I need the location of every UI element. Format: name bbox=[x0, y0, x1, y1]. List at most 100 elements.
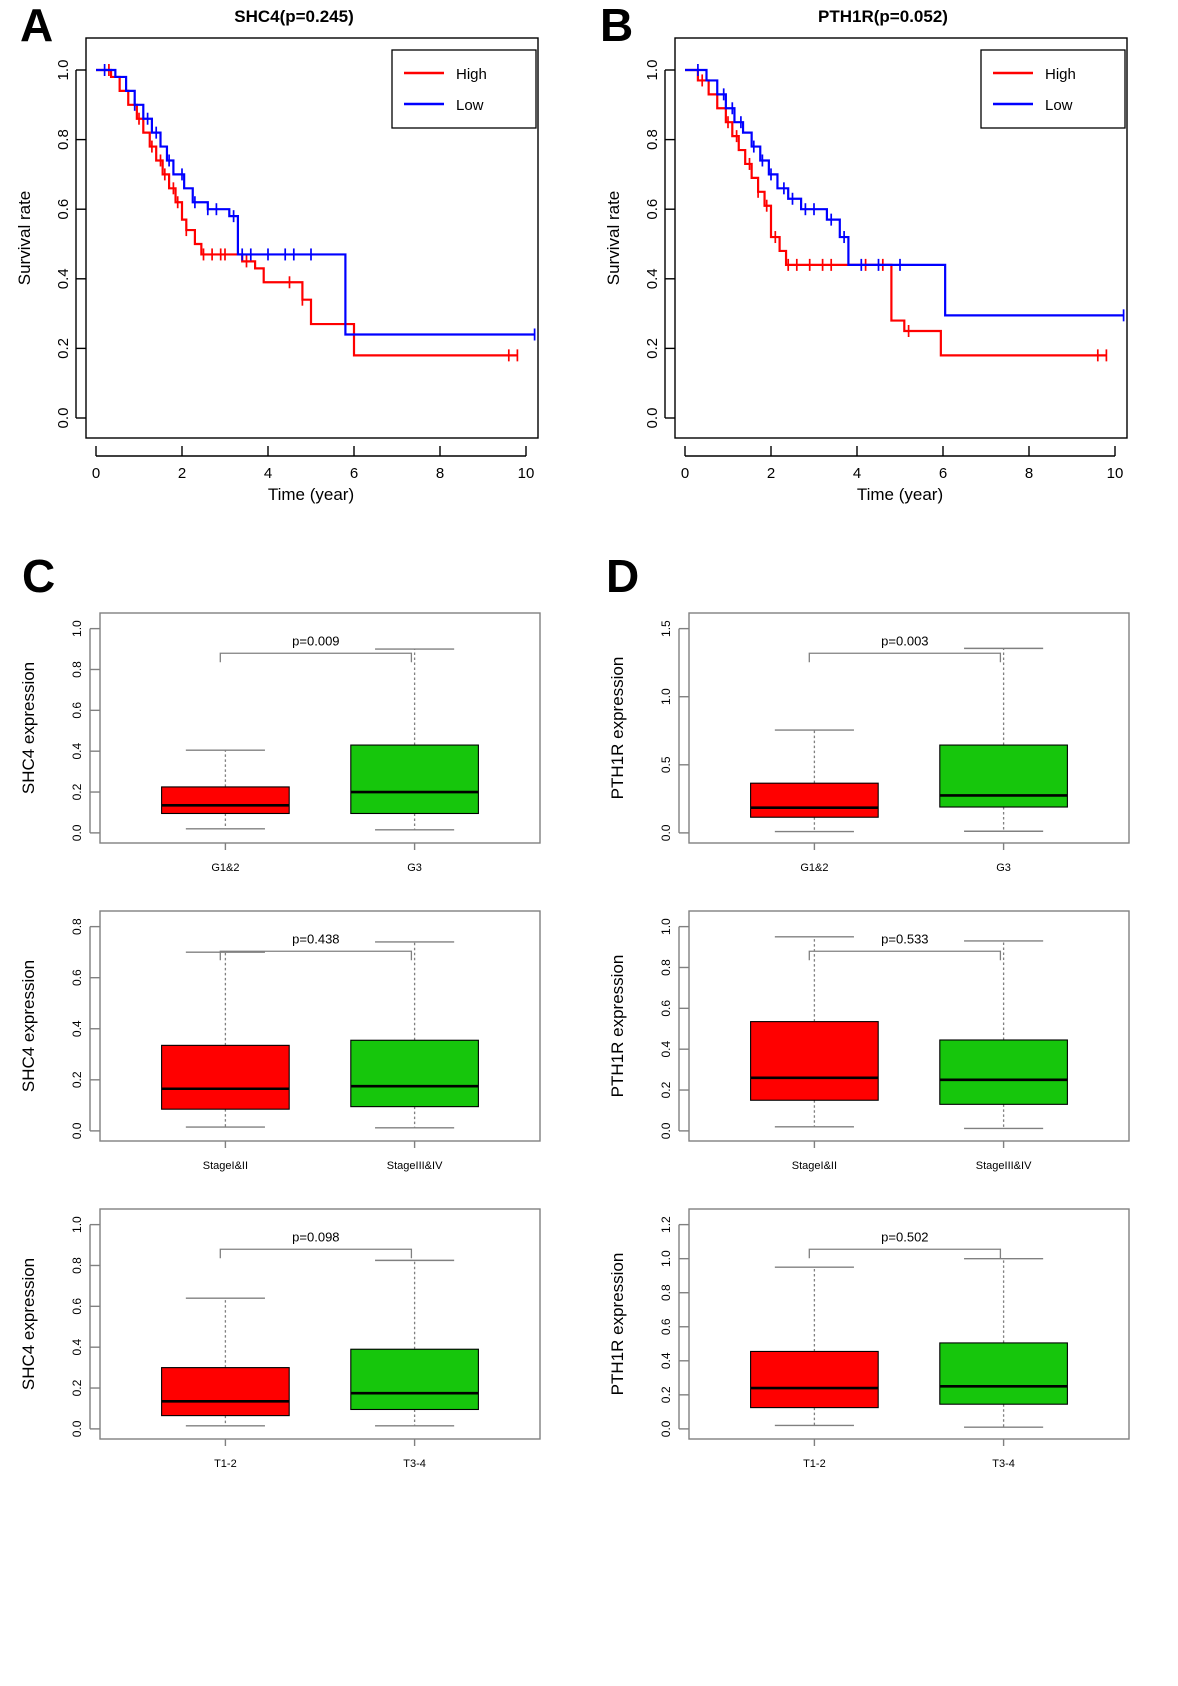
y-tick-label: 0.8 bbox=[70, 918, 84, 935]
group-label: G1&2 bbox=[211, 862, 239, 874]
y-tick-label: 0.2 bbox=[70, 1379, 84, 1396]
y-tick-label: 0.6 bbox=[70, 702, 84, 719]
y-tick-label: 1.0 bbox=[55, 60, 72, 81]
axis-label-y: SHC4 expression bbox=[19, 960, 38, 1092]
group-label: StageI&II bbox=[792, 1160, 837, 1172]
group-label: StageIII&IV bbox=[976, 1160, 1032, 1172]
panel-a-y-axis: 0.0 0.2 0.4 0.6 0.8 1.0 bbox=[55, 60, 86, 429]
p-value-label: p=0.098 bbox=[292, 1229, 339, 1244]
group-label: T3-4 bbox=[992, 1458, 1015, 1470]
panel-b-km-plot: PTH1R(p=0.052) 0.0 0.2 0.4 0.6 0.8 1.0 0 2 4 6 8 1… bbox=[589, 0, 1178, 530]
y-tick-label: 0.4 bbox=[659, 1041, 673, 1058]
y-tick-label: 0.6 bbox=[644, 199, 661, 220]
group-label: T3-4 bbox=[403, 1458, 426, 1470]
panel-b-ylabel: Survival rate bbox=[604, 191, 623, 285]
x-tick-label: 2 bbox=[178, 465, 186, 482]
y-tick-label: 0.4 bbox=[70, 1339, 84, 1356]
panel-b-legend: High Low bbox=[980, 49, 1126, 129]
y-tick-label: 0.2 bbox=[70, 783, 84, 800]
panel-c2-svg: 0.0 0.2 0.4 0.6 0.8 SHC4 expression StageI&II S… bbox=[19, 910, 541, 1172]
panel-c1-svg: 0.0 0.2 0.4 0.6 0.8 1.0 SHC4 expression G1&2 G3 p… bbox=[19, 612, 541, 874]
box-group-1 bbox=[750, 1350, 879, 1409]
y-tick-label: 0.2 bbox=[70, 1071, 84, 1088]
group-label: StageIII&IV bbox=[387, 1160, 443, 1172]
panel-d-boxplot-grade: 0.0 0.5 1.0 1.5 PTH1R expression G1&2 G3 p=0.00… bbox=[589, 595, 1178, 885]
panel-c3-svg: 0.0 0.2 0.4 0.6 0.8 1.0 SHC4 expression T1-2 T3-… bbox=[19, 1208, 541, 1470]
legend-label-low: Low bbox=[456, 97, 484, 114]
y-tick-label: 0.4 bbox=[70, 1020, 84, 1037]
panel-a-ylabel: Survival rate bbox=[15, 191, 34, 285]
box-group-1 bbox=[161, 786, 290, 815]
y-tick-label: 0.4 bbox=[644, 268, 661, 289]
y-tick-label: 0.6 bbox=[55, 199, 72, 220]
group-label: G1&2 bbox=[800, 862, 828, 874]
figure-root: A SHC4(p=0.245) 0.0 0.2 0.4 0.6 0.8 1.0 02468… bbox=[0, 0, 1178, 1686]
y-tick-label: 0.8 bbox=[659, 959, 673, 976]
y-tick-label: 0.4 bbox=[70, 743, 84, 760]
p-value-label: p=0.502 bbox=[881, 1229, 928, 1244]
significance-bracket bbox=[219, 1248, 413, 1259]
p-value-label: p=0.533 bbox=[881, 931, 928, 946]
y-tick-label: 0.2 bbox=[55, 338, 72, 359]
box-group-2 bbox=[939, 1039, 1068, 1105]
panel-a-legend-box bbox=[391, 49, 537, 129]
y-tick-label: 1.0 bbox=[659, 918, 673, 935]
panel-d1-svg: 0.0 0.5 1.0 1.5 PTH1R expression G1&2 G3 p=0.00… bbox=[608, 612, 1130, 874]
panel-d-boxplot-stage: 0.0 0.2 0.4 0.6 0.8 1.0 PTH1R expression StageI… bbox=[589, 893, 1178, 1183]
y-tick-label: 0.8 bbox=[70, 661, 84, 678]
group-label: G3 bbox=[407, 862, 422, 874]
y-tick-label: 0.8 bbox=[644, 129, 661, 150]
group-label: G3 bbox=[996, 862, 1011, 874]
y-tick-label: 1.0 bbox=[659, 1250, 673, 1267]
y-tick-label: 0.2 bbox=[659, 1386, 673, 1403]
y-tick-label: 0.0 bbox=[70, 1420, 84, 1437]
box-group-1 bbox=[161, 1367, 290, 1417]
legend-label-high: High bbox=[456, 66, 487, 83]
y-tick-label: 0.0 bbox=[659, 824, 673, 841]
box-group-1 bbox=[161, 1044, 290, 1110]
x-tick-label: 10 bbox=[518, 465, 535, 482]
y-tick-label: 0.6 bbox=[70, 969, 84, 986]
y-tick-label: 0.0 bbox=[659, 1122, 673, 1139]
x-tick-label: 4 bbox=[853, 465, 861, 482]
y-tick-label: 0.6 bbox=[659, 1000, 673, 1017]
axis-label-y: SHC4 expression bbox=[19, 662, 38, 794]
panel-a-km-plot: SHC4(p=0.245) 0.0 0.2 0.4 0.6 0.8 1.0 0 2 4 6 8 10… bbox=[0, 0, 589, 530]
y-tick-label: 0.6 bbox=[70, 1298, 84, 1315]
y-tick-label: 0.4 bbox=[659, 1352, 673, 1369]
box-group-2 bbox=[350, 1039, 479, 1108]
x-tick-label: 2 bbox=[767, 465, 775, 482]
box-group-2 bbox=[350, 744, 479, 815]
axis-label-y: PTH1R expression bbox=[608, 955, 627, 1098]
x-tick-label: 8 bbox=[1025, 465, 1033, 482]
y-tick-label: 0.4 bbox=[55, 268, 72, 289]
x-tick-label: 0 bbox=[681, 465, 689, 482]
panel-b-title: PTH1R(p=0.052) bbox=[818, 7, 948, 26]
y-tick-label: 0.0 bbox=[70, 824, 84, 841]
panel-d3-svg: 0.0 0.2 0.4 0.6 0.8 1.0 1.2 PTH1R expression T1-… bbox=[608, 1208, 1130, 1470]
box-group-2 bbox=[939, 744, 1068, 808]
y-tick-label: 1.2 bbox=[659, 1216, 673, 1233]
y-tick-label: 1.0 bbox=[70, 620, 84, 637]
x-tick-label: 8 bbox=[436, 465, 444, 482]
panel-c-boxplot-grade: 0.0 0.2 0.4 0.6 0.8 1.0 SHC4 expression G1&2 G3 p… bbox=[0, 595, 589, 885]
legend-label-high: High bbox=[1045, 66, 1076, 83]
axis-label-y: SHC4 expression bbox=[19, 1258, 38, 1390]
y-tick-label: 0.8 bbox=[70, 1257, 84, 1274]
panel-label-d: D bbox=[606, 550, 640, 602]
group-label: StageI&II bbox=[203, 1160, 248, 1172]
y-tick-label: 0.2 bbox=[644, 338, 661, 359]
panel-a-legend: High Low bbox=[391, 49, 537, 129]
x-tick-label: 4 bbox=[264, 465, 272, 482]
y-tick-label: 0.0 bbox=[55, 408, 72, 429]
panel-a-x-axis: 0 2 4 6 8 10 bbox=[92, 446, 535, 482]
y-tick-label: 0.8 bbox=[55, 129, 72, 150]
panel-b-xlabel: Time (year) bbox=[857, 485, 943, 504]
axis-label-y: PTH1R expression bbox=[608, 657, 627, 800]
panel-b-x-axis: 0 2 4 6 8 10 bbox=[681, 446, 1123, 482]
significance-bracket bbox=[808, 950, 1002, 961]
panel-a-xlabel: Time (year) bbox=[268, 485, 354, 504]
panel-a-title: SHC4(p=0.245) bbox=[234, 7, 354, 26]
box-group-1 bbox=[750, 782, 879, 818]
significance-bracket bbox=[808, 652, 1002, 663]
